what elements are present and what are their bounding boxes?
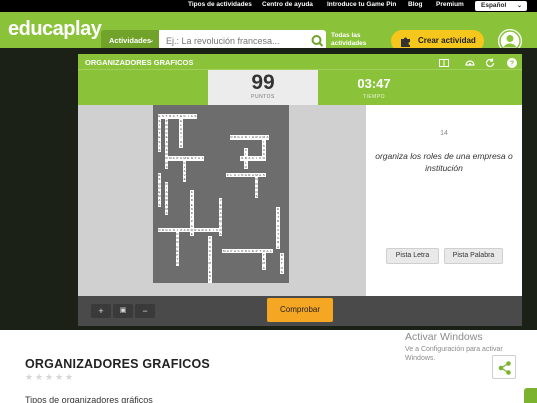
time-label: TIEMPO bbox=[362, 94, 386, 100]
crossword-cell[interactable]: A bbox=[262, 265, 266, 270]
zoom-out-button[interactable]: − bbox=[135, 304, 155, 318]
crossword-board[interactable]: ESTRATEGIASORGANIGRAMAMAPAMENTALGRAFICOF… bbox=[153, 105, 289, 283]
crossword-cell[interactable]: A bbox=[276, 244, 280, 249]
star-icon[interactable]: ★ bbox=[55, 373, 64, 382]
feedback-tab[interactable] bbox=[524, 388, 537, 403]
clue-number: 14 bbox=[440, 130, 448, 137]
crossword-cell[interactable]: O bbox=[175, 261, 180, 266]
watermark-line1: Activar Windows bbox=[405, 331, 483, 343]
language-value: Español bbox=[481, 2, 507, 9]
crossword-cell[interactable]: N bbox=[179, 143, 183, 148]
all-activities-line2: actividades bbox=[331, 40, 367, 47]
game-title: ORGANIZADORES GRAFICOS bbox=[85, 58, 194, 67]
crossword-cell[interactable]: L bbox=[200, 156, 205, 161]
star-icon[interactable]: ★ bbox=[25, 373, 34, 382]
all-activities-link[interactable]: Todas las actividades bbox=[331, 32, 383, 48]
star-icon[interactable]: ★ bbox=[65, 373, 74, 382]
svg-text:?: ? bbox=[510, 61, 514, 68]
link-help-center[interactable]: Centro de ayuda bbox=[262, 1, 313, 8]
crossword-cell[interactable]: O bbox=[208, 282, 212, 283]
points-label: PUNTOS bbox=[251, 94, 275, 100]
all-activities-line1: Todas las bbox=[331, 32, 361, 39]
zoom-in-button[interactable]: + bbox=[91, 304, 111, 318]
top-bar: Tipos de actividades Centro de ayuda Int… bbox=[0, 0, 537, 12]
hint-word-button[interactable]: Pista Palabra bbox=[444, 248, 503, 264]
crossword-cell[interactable]: A bbox=[164, 211, 169, 216]
crossword-cell[interactable]: A bbox=[265, 135, 270, 140]
share-icon bbox=[498, 361, 511, 375]
crossword-cell[interactable]: L bbox=[269, 248, 273, 253]
crossword-cell[interactable]: S bbox=[157, 202, 162, 207]
page-title: ORGANIZADORES GRAFICOS bbox=[25, 357, 210, 371]
restart-icon[interactable] bbox=[484, 57, 496, 69]
crossword-cell[interactable]: E bbox=[182, 177, 187, 182]
star-icon[interactable]: ★ bbox=[35, 373, 44, 382]
crossword-cell[interactable]: S bbox=[254, 194, 259, 199]
crossword-cell[interactable]: O bbox=[262, 156, 266, 161]
game-footer: + ▣ − Comprobar bbox=[78, 296, 522, 326]
crossword-cell[interactable]: A bbox=[262, 152, 266, 157]
share-button[interactable] bbox=[492, 355, 516, 379]
language-select[interactable]: Español ⌄ bbox=[475, 1, 527, 11]
zoom-fit-button[interactable]: ▣ bbox=[113, 304, 133, 318]
crossword-cell[interactable]: O bbox=[244, 164, 248, 169]
clue-panel: 14 organiza los roles de una empresa o i… bbox=[366, 105, 522, 296]
link-activity-types[interactable]: Tipos de actividades bbox=[188, 1, 252, 8]
crossword-cell[interactable]: S bbox=[280, 269, 284, 274]
star-icon[interactable]: ★ bbox=[45, 373, 54, 382]
gamepad-icon[interactable] bbox=[464, 57, 476, 69]
check-button[interactable]: Comprobar bbox=[267, 298, 333, 322]
crossword-cell[interactable]: S bbox=[193, 114, 198, 119]
main-header: educaplay Actividades ⌄ Todas las activi… bbox=[0, 12, 537, 53]
clue-text: organiza los roles de una empresa o inst… bbox=[375, 151, 513, 173]
crossword-cell[interactable]: I bbox=[244, 152, 248, 157]
page-subtitle: Tipos de organizadores gráficos bbox=[25, 395, 153, 403]
points-value: 99 bbox=[251, 71, 275, 94]
link-blog[interactable]: Blog bbox=[408, 1, 422, 8]
crossword-cell[interactable]: S bbox=[164, 164, 169, 169]
link-premium[interactable]: Premium bbox=[436, 1, 464, 8]
game-panel: ORGANIZADORES GRAFICOS ? 03:47 TIEMPO 99… bbox=[78, 54, 522, 326]
crossword-cell[interactable]: A bbox=[218, 232, 223, 237]
crossword-cell[interactable]: A bbox=[190, 223, 194, 228]
book-icon[interactable] bbox=[438, 57, 450, 69]
activities-label: Actividades bbox=[109, 36, 152, 45]
rating-stars[interactable]: ★ ★ ★ ★ ★ bbox=[25, 373, 74, 382]
help-icon[interactable]: ? bbox=[506, 57, 518, 69]
chevron-down-icon: ⌄ bbox=[516, 3, 522, 9]
crossword-cell[interactable]: S bbox=[262, 173, 266, 178]
puzzle-icon bbox=[401, 37, 410, 47]
link-game-pin[interactable]: Introduce tu Game Pin bbox=[327, 1, 396, 8]
page-root: Tipos de actividades Centro de ayuda Int… bbox=[0, 0, 537, 403]
create-activity-label: Crear actividad bbox=[418, 36, 476, 45]
crossword-cell[interactable]: U bbox=[218, 223, 223, 228]
time-value: 03:47 bbox=[357, 76, 391, 91]
educaplay-logo[interactable]: educaplay bbox=[8, 18, 102, 41]
crossword-cell[interactable]: S bbox=[157, 148, 162, 153]
crossword-cell[interactable]: E bbox=[190, 232, 194, 237]
board-area: ESTRATEGIASORGANIGRAMAMAPAMENTALGRAFICOF… bbox=[78, 105, 366, 296]
hint-letter-button[interactable]: Pista Letra bbox=[386, 248, 439, 264]
